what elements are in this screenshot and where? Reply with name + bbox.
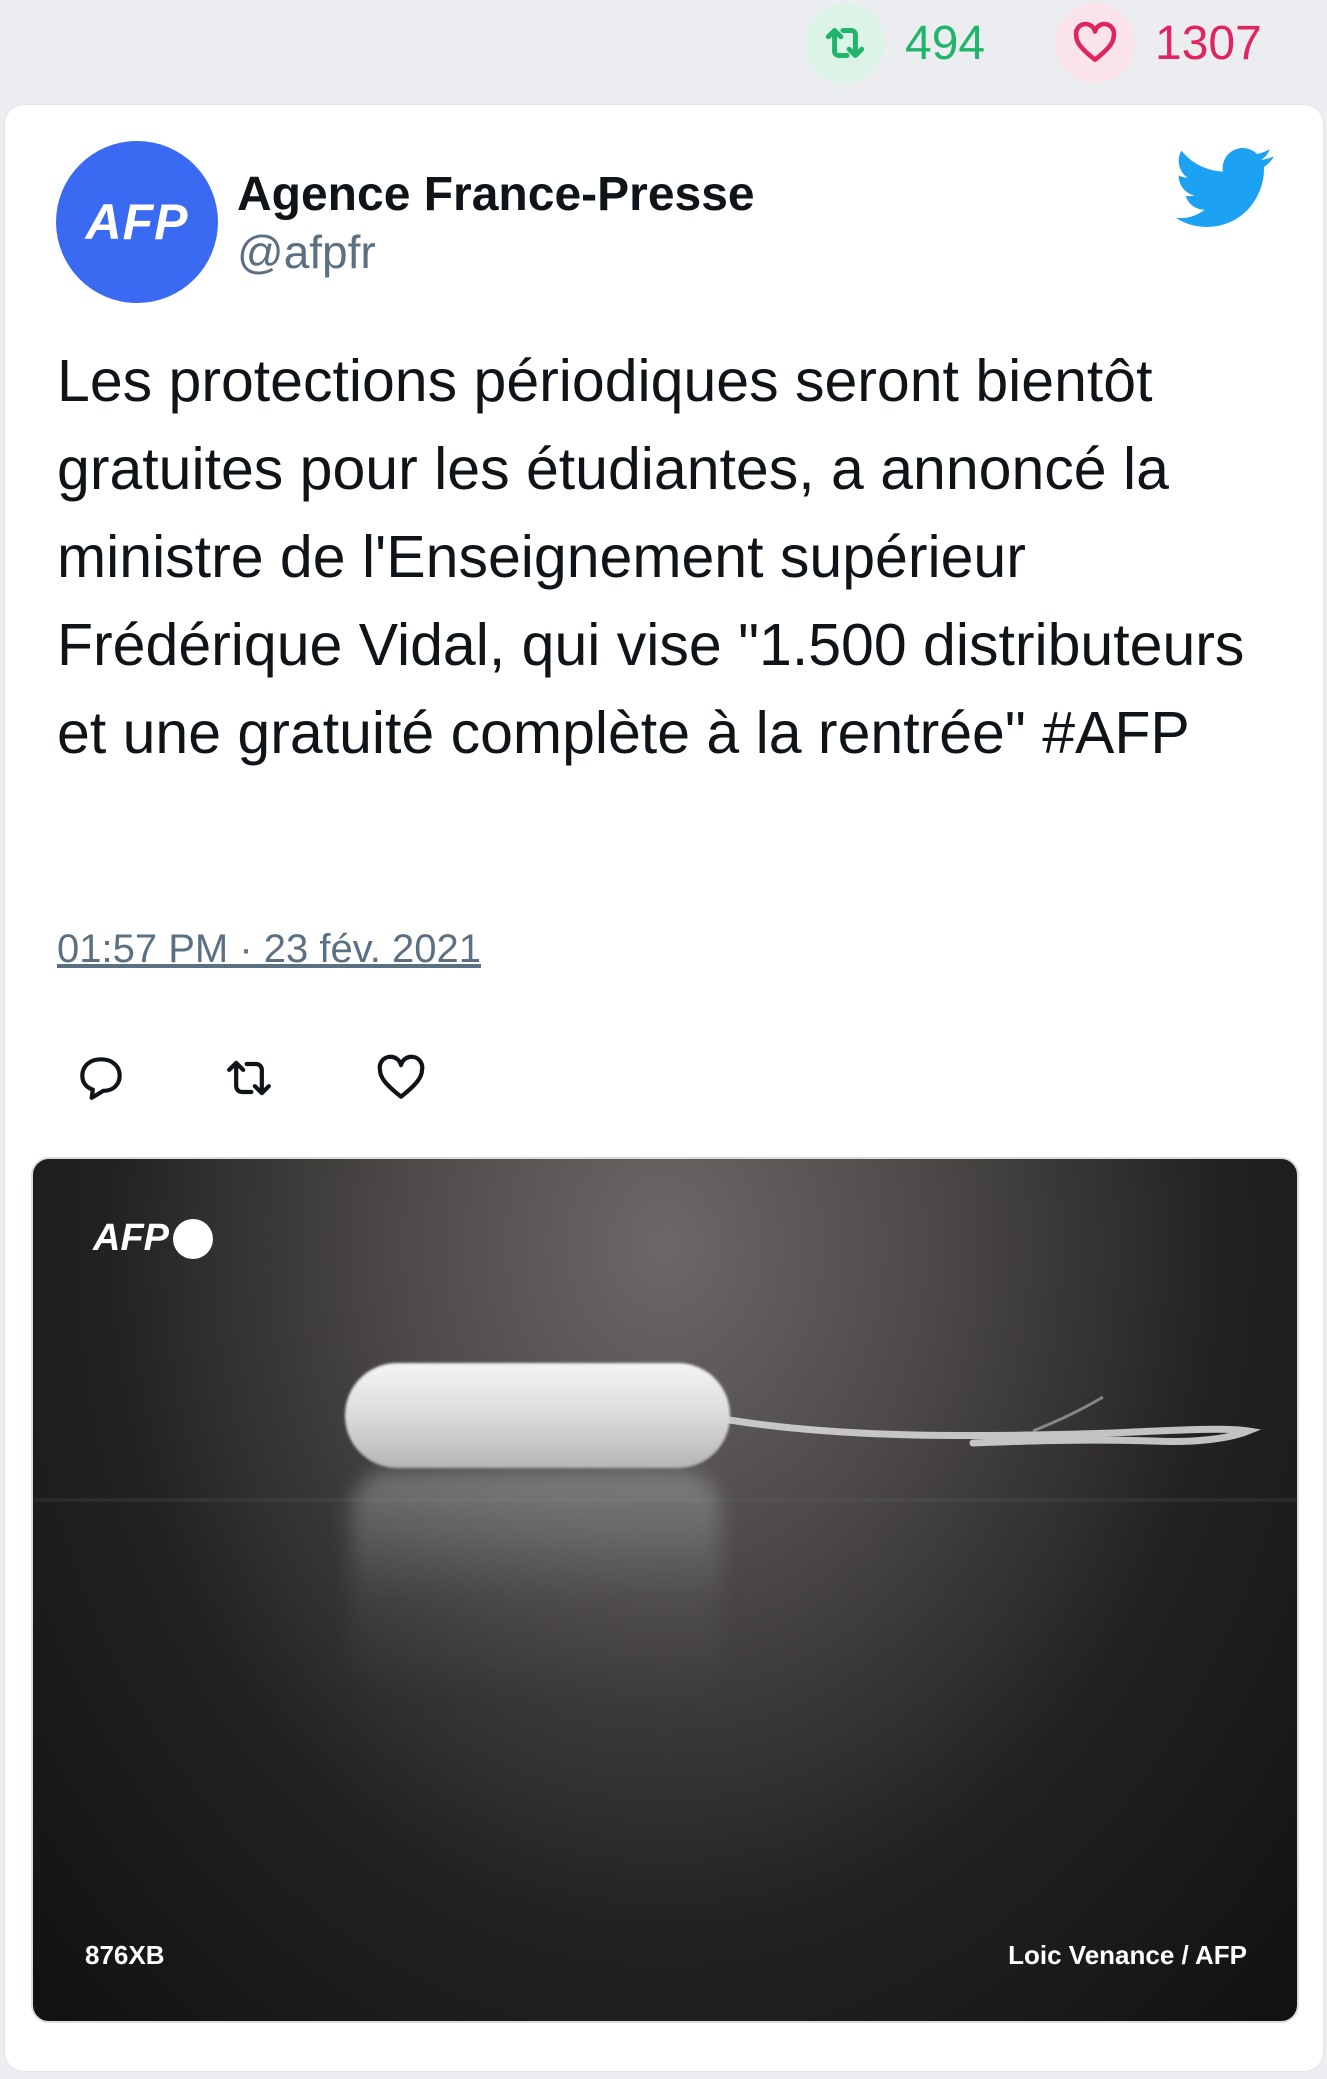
tweet-timestamp-link[interactable]: 01:57 PM · 23 fév. 2021 <box>57 927 481 972</box>
twitter-bird-icon[interactable] <box>1175 147 1275 229</box>
tampon-string <box>723 1395 1262 1447</box>
tweet-text: Les protections périodiques seront bient… <box>57 348 1245 766</box>
like-count: 1307 <box>1155 16 1262 70</box>
photo-credit: Loic Venance / AFP <box>1008 1940 1247 1970</box>
tweet-card: AFP Agence France-Presse @afpfr Les prot… <box>4 104 1324 2072</box>
afp-watermark-dot <box>173 1218 213 1259</box>
engagement-stats-bar: 494 1307 <box>0 0 1327 92</box>
heart-icon[interactable] <box>373 1050 429 1106</box>
author-name[interactable]: Agence France-Presse <box>237 167 755 222</box>
photo-id: 876XB <box>85 1940 165 1970</box>
afp-watermark: AFP <box>93 1217 213 1260</box>
retweet-icon[interactable] <box>221 1050 277 1106</box>
author-handle[interactable]: @afpfr <box>237 225 376 279</box>
tampon-reflection <box>351 1471 721 1701</box>
tweet-media-photo[interactable]: AFP 876XB Loic Venance / AFP <box>31 1157 1299 2023</box>
retweet-icon <box>805 3 885 83</box>
avatar[interactable]: AFP <box>56 141 218 303</box>
retweet-count: 494 <box>905 16 986 70</box>
like-stat[interactable]: 1307 <box>1055 3 1262 83</box>
avatar-logo-text: AFP <box>85 194 189 250</box>
retweet-stat[interactable]: 494 <box>805 3 986 83</box>
tampon-photo <box>345 1363 730 1468</box>
afp-watermark-text: AFP <box>93 1217 169 1259</box>
reply-icon[interactable] <box>73 1050 129 1106</box>
heart-icon <box>1055 3 1135 83</box>
